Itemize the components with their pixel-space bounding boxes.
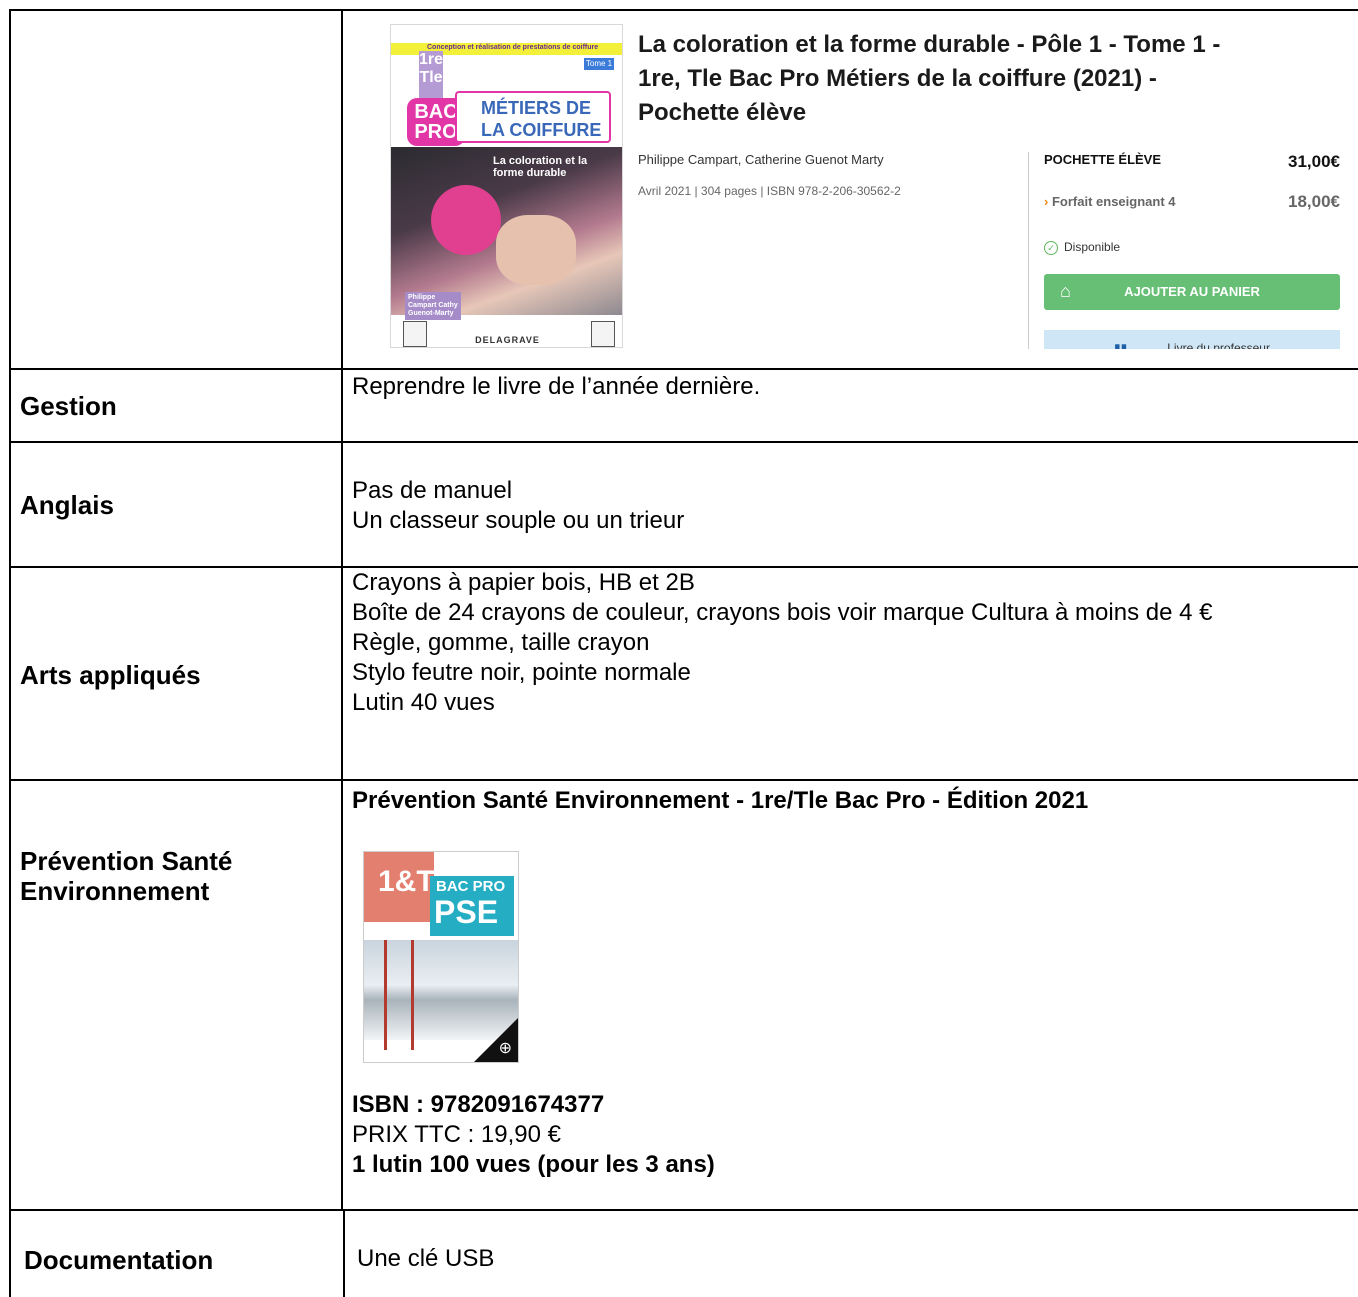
row-divider xyxy=(9,368,1358,370)
price-pochette-eleve: 31,00€ xyxy=(1288,152,1340,171)
check-circle-icon: ✓ xyxy=(1044,241,1058,255)
book-cover[interactable]: Conception et réalisation de prestations… xyxy=(390,24,623,348)
add-to-cart-button[interactable]: ⌂ AJOUTER AU PANIER xyxy=(1044,274,1340,310)
teacher-book-button[interactable]: ▮▮ Livre du professeur xyxy=(1044,330,1340,349)
cover-grade: 1re Tle xyxy=(419,51,443,105)
cover-metiers: MÉTIERS DE LA COIFFURE xyxy=(455,91,611,143)
subject-anglais: Anglais xyxy=(20,490,114,520)
subject-documentation: Documentation xyxy=(24,1245,214,1275)
row-divider xyxy=(9,779,1358,781)
content-arts-appliques: Crayons à papier bois, HB et 2B Boîte de… xyxy=(352,569,1213,716)
product-title: La coloration et la forme durable - Pôle… xyxy=(638,31,1221,126)
chevron-right-icon: › xyxy=(1044,194,1049,209)
cover-tome-badge: Tome 1 xyxy=(584,58,614,70)
option-forfait-enseignant[interactable]: › Forfait enseignant 4 xyxy=(1044,194,1176,209)
zoom-icon[interactable]: ⊕ xyxy=(499,1038,512,1058)
pse-isbn: ISBN : 9782091674377 xyxy=(352,1091,605,1118)
column-divider xyxy=(343,1209,345,1297)
pse-price: PRIX TTC : 19,90 € xyxy=(352,1121,561,1148)
product-authors: Philippe Campart, Catherine Guenot Marty xyxy=(638,152,884,167)
pse-cover-grade: 1&T xyxy=(364,852,435,922)
pse-cover-tower xyxy=(384,940,414,1050)
option-pochette-eleve[interactable]: POCHETTE ÉLÈVE xyxy=(1044,152,1161,167)
divider xyxy=(1028,152,1029,349)
column-divider xyxy=(341,9,343,1209)
content-pse-details: ISBN : 9782091674377 PRIX TTC : 19,90 € … xyxy=(352,1090,715,1180)
availability-status: ✓ Disponible xyxy=(1044,240,1120,255)
price-forfait-enseignant: 18,00€ xyxy=(1288,192,1340,211)
basket-icon: ⌂ xyxy=(1060,281,1071,301)
subject-arts-appliques: Arts appliqués xyxy=(20,660,201,690)
cover-face xyxy=(496,215,576,285)
pse-lutin: 1 lutin 100 vues (pour les 3 ans) xyxy=(352,1151,715,1178)
subject-pse: Prévention Santé Environnement xyxy=(20,846,233,906)
cover-authors: Philippe Campart Cathy Guenot-Marty xyxy=(405,292,461,320)
pse-book-cover[interactable]: 1&T BAC PRO PSE ⊕ xyxy=(363,851,519,1063)
book-icon: ▮▮ xyxy=(1114,341,1128,349)
subject-gestion: Gestion xyxy=(20,391,117,421)
cover-subtitle: La coloration et la forme durable xyxy=(493,155,588,179)
content-anglais: Pas de manuel Un classeur souple ou un t… xyxy=(352,477,685,534)
pse-book-title: Prévention Santé Environnement - 1re/Tle… xyxy=(352,787,1089,814)
product-card: Conception et réalisation de prestations… xyxy=(390,24,1345,349)
content-gestion: Reprendre le livre de l’année dernière. xyxy=(352,373,761,400)
row-divider xyxy=(9,1209,1358,1211)
content-documentation: Une clé USB xyxy=(357,1245,495,1272)
cover-hair xyxy=(431,185,501,255)
row-divider xyxy=(9,441,1358,443)
cover-publisher: DELAGRAVE xyxy=(475,335,540,345)
product-meta: Avril 2021 | 304 pages | ISBN 978-2-206-… xyxy=(638,184,901,198)
pse-cover-title: BAC PRO PSE xyxy=(430,876,514,936)
